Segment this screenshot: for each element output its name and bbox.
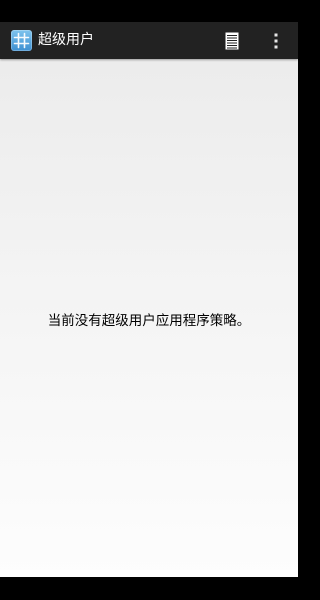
list-document-icon <box>225 32 239 50</box>
policy-list-area: 当前没有超级用户应用程序策略。 <box>0 59 298 577</box>
superuser-grid-icon[interactable] <box>11 30 32 51</box>
empty-state-message: 当前没有超级用户应用程序策略。 <box>47 313 251 329</box>
screen: 超级用户 当前没有超级用户应用程序策略。 <box>0 0 298 600</box>
navigation-bar <box>0 577 298 600</box>
overflow-menu-icon <box>274 33 278 49</box>
action-bar: 超级用户 <box>0 22 298 59</box>
overflow-menu-button[interactable] <box>264 28 288 54</box>
log-list-button[interactable] <box>218 28 246 54</box>
app-title: 超级用户 <box>38 32 94 48</box>
status-bar <box>0 0 298 22</box>
